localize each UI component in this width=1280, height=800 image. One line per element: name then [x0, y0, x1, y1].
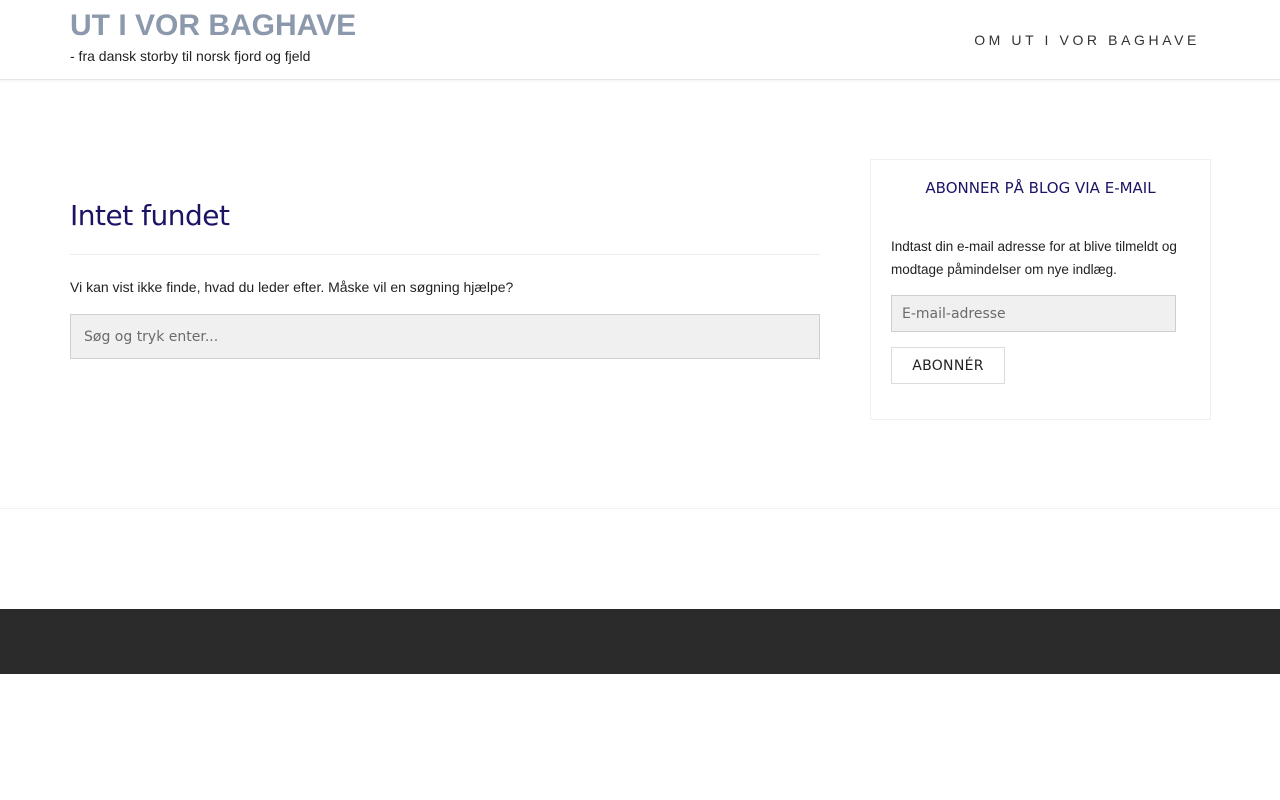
- widget-title: ABONNER PÅ BLOG VIA E-MAIL: [925, 179, 1156, 197]
- main-navigation: OM UT I VOR BAGHAVE: [974, 30, 1200, 50]
- not-found-message: Vi kan vist ikke finde, hvad du leder ef…: [70, 279, 514, 295]
- nav-item-om-ut-i-vor-baghave[interactable]: OM UT I VOR BAGHAVE: [974, 32, 1200, 48]
- content-divider: [0, 508, 1280, 509]
- subscribe-widget: ABONNER PÅ BLOG VIA E-MAIL Indtast din e…: [870, 159, 1211, 420]
- search-input[interactable]: [70, 314, 820, 359]
- widget-description: Indtast din e-mail adresse for at blive …: [891, 239, 1177, 277]
- site-title-link[interactable]: UT I VOR BAGHAVE: [70, 8, 356, 44]
- main-content: Intet fundet Vi kan vist ikke finde, hva…: [70, 190, 820, 359]
- site-tagline: - fra dansk storby til norsk fjord og fj…: [70, 48, 311, 64]
- site-header: UT I VOR BAGHAVE - fra dansk storby til …: [0, 0, 1280, 80]
- title-divider: [70, 254, 820, 255]
- page-title: Intet fundet: [70, 199, 230, 232]
- subscribe-button[interactable]: ABONNÉR: [891, 347, 1005, 384]
- email-field[interactable]: [891, 295, 1176, 332]
- site-footer: [0, 609, 1280, 674]
